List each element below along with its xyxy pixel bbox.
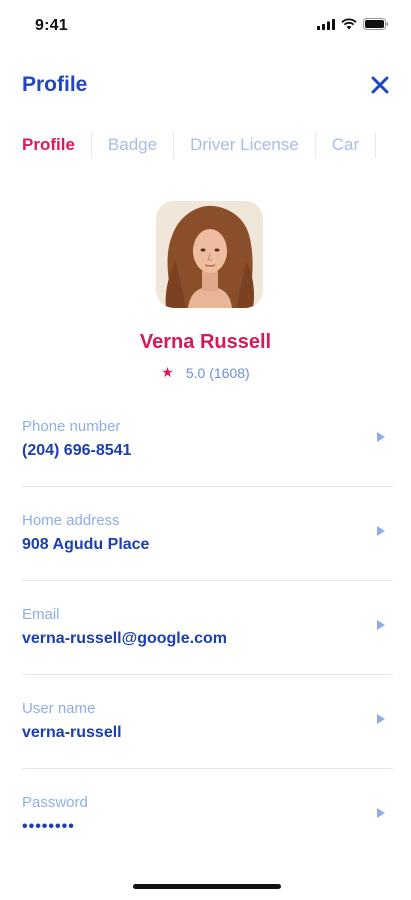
field-value: 908 Agudu Place (22, 536, 150, 553)
tab-badge[interactable]: Badge (108, 135, 157, 155)
status-icons (317, 18, 389, 30)
tab-bar: Profile Badge Driver License Car (22, 130, 392, 160)
field-user-name[interactable]: User name verna-russell (22, 700, 393, 794)
chevron-right-icon (377, 432, 385, 442)
field-value: verna-russell@google.com (22, 630, 227, 647)
field-value: verna-russell (22, 724, 122, 741)
tab-car[interactable]: Car (332, 135, 359, 155)
tab-divider (173, 132, 175, 158)
chevron-right-icon (377, 714, 385, 724)
field-label: User name (22, 700, 96, 717)
rating-value: 5.0 (1608) (185, 364, 250, 381)
field-home-address[interactable]: Home address 908 Agudu Place (22, 512, 393, 606)
tab-divider (375, 132, 377, 158)
divider (22, 674, 393, 675)
tab-profile[interactable]: Profile (22, 135, 75, 155)
chevron-right-icon (377, 808, 385, 818)
field-label: Home address (22, 512, 120, 529)
divider (22, 486, 393, 487)
field-value: •••••••• (22, 818, 75, 835)
divider (22, 580, 393, 581)
star-icon: ★ (161, 364, 174, 380)
tab-divider (314, 132, 316, 158)
header: Profile (0, 66, 411, 106)
field-value: (204) 696-8541 (22, 442, 132, 459)
close-button[interactable] (369, 74, 391, 96)
tab-divider (90, 132, 92, 158)
signal-icon (317, 18, 335, 30)
close-icon (371, 76, 389, 94)
avatar (156, 201, 263, 308)
avatar-photo (156, 201, 263, 308)
field-password[interactable]: Password •••••••• (22, 794, 393, 888)
field-label: Password (22, 794, 88, 811)
rating: ★ 5.0 (1608) (0, 364, 411, 381)
chevron-right-icon (377, 620, 385, 630)
field-label: Phone number (22, 418, 121, 435)
user-name: Verna Russell (139, 331, 272, 353)
battery-icon (363, 18, 389, 30)
page-title: Profile (22, 73, 88, 96)
divider (22, 768, 393, 769)
field-phone-number[interactable]: Phone number (204) 696-8541 (22, 418, 393, 512)
field-email[interactable]: Email verna-russell@google.com (22, 606, 393, 700)
wifi-icon (341, 18, 357, 30)
field-label: Email (22, 606, 60, 623)
chevron-right-icon (377, 526, 385, 536)
status-bar: 9:41 (0, 0, 411, 50)
tab-driver-license[interactable]: Driver License (190, 135, 299, 155)
status-time: 9:41 (35, 17, 68, 34)
home-indicator[interactable] (133, 884, 281, 889)
